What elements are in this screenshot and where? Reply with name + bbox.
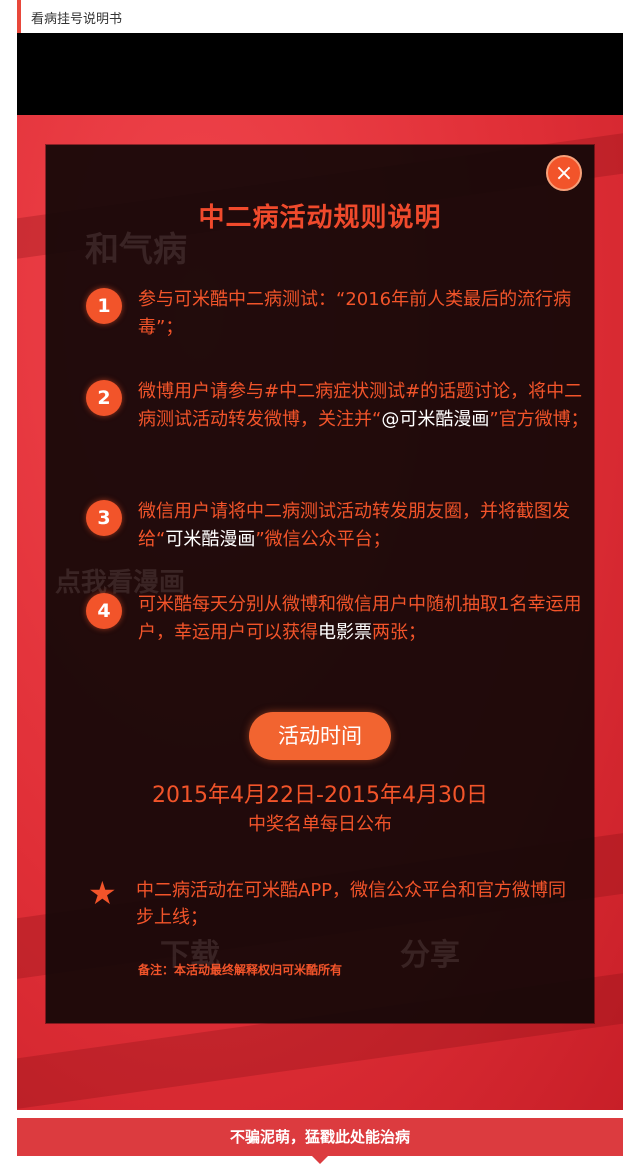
activity-time-button[interactable]: 活动时间 — [249, 712, 391, 760]
number-badge: 1 — [86, 288, 122, 324]
number-badge: 4 — [86, 593, 122, 629]
highlight-text: @可米酷漫画 — [381, 409, 490, 430]
ghost-text: 分享 — [400, 938, 460, 973]
rule-text: 微信用户请将中二病测试活动转发朋友圈，并将截图发给“可米酷漫画”微信公众平台； — [138, 501, 570, 550]
star-icon: ★ — [88, 874, 117, 912]
number-badge: 2 — [86, 380, 122, 416]
modal-title: 中二病活动规则说明 — [198, 203, 442, 233]
rule-text: 参与可米酷中二病测试：“2016年前人类最后的流行病毒”； — [138, 289, 572, 338]
winner-list-note: 中奖名单每日公布 — [248, 814, 392, 835]
rule-text: 微博用户请参与#中二病症状测试#的话题讨论，将中二病测试活动转发微博，关注并“@… — [138, 381, 589, 430]
close-button[interactable]: × — [546, 155, 582, 191]
caret-down-icon — [312, 1156, 328, 1164]
footnote: 备注：本活动最终解释权归可米酷所有 — [138, 963, 343, 977]
cure-button[interactable]: 不骗泥萌，猛戳此处能治病 — [17, 1118, 623, 1156]
date-range: 2015年4月22日-2015年4月30日 — [152, 783, 488, 808]
highlight-text: 可米酷漫画 — [165, 529, 256, 550]
close-icon: × — [554, 161, 574, 186]
header-bar: 看病挂号说明书 — [17, 0, 623, 33]
page-title: 看病挂号说明书 — [31, 12, 123, 27]
launch-note: 中二病活动在可米酷APP，微信公众平台和官方微博同步上线； — [136, 880, 567, 928]
number-badge: 3 — [86, 500, 122, 536]
rule-text: 可米酷每天分别从微博和微信用户中随机抽取1名幸运用户，幸运用户可以获得电影票两张… — [138, 594, 582, 643]
banner-image — [17, 33, 623, 115]
highlight-text: 电影票 — [318, 622, 372, 643]
